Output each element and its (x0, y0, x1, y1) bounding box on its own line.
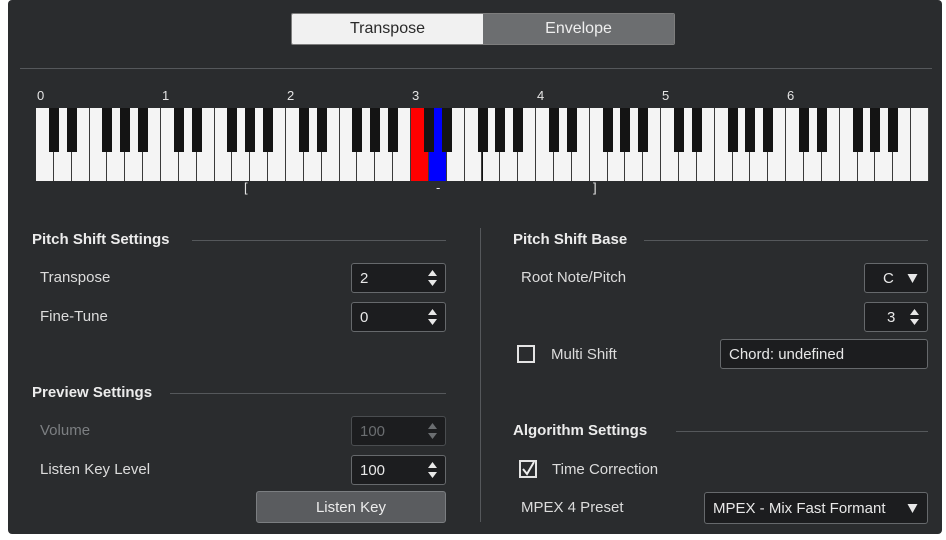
transpose-label: Transpose (40, 269, 111, 286)
fine-tune-label: Fine-Tune (40, 308, 108, 325)
chevron-down-icon (907, 274, 918, 283)
black-key-d-sharp4[interactable] (566, 108, 577, 152)
black-key-c-sharp6[interactable] (798, 108, 809, 152)
octave-value: 3 (887, 308, 896, 326)
section-divider (644, 240, 928, 241)
transpose-stepper[interactable]: 2 (351, 263, 446, 293)
black-key-a-sharp5[interactable] (763, 108, 774, 152)
pitch-shift-settings-title: Pitch Shift Settings (32, 231, 170, 248)
black-key-f-sharp5[interactable] (727, 108, 738, 152)
octave-stepper[interactable]: 3 (864, 302, 928, 332)
root-note-dropdown[interactable]: C (864, 263, 928, 293)
listen-key-button[interactable]: Listen Key (256, 491, 446, 523)
section-divider (676, 431, 928, 432)
white-key-c7[interactable] (911, 108, 929, 181)
black-key-c-sharp5[interactable] (673, 108, 684, 152)
black-key-c-sharp0[interactable] (48, 108, 59, 152)
transpose-value: 2 (360, 269, 369, 287)
stepper-arrows-icon[interactable] (427, 268, 438, 288)
volume-stepper: 100 (351, 416, 446, 446)
black-key-c-sharp4[interactable] (548, 108, 559, 152)
fine-tune-stepper[interactable]: 0 (351, 302, 446, 332)
multi-shift-checkbox[interactable] (517, 345, 535, 363)
piano-keyboard[interactable] (36, 108, 929, 181)
black-key-a-sharp3[interactable] (513, 108, 524, 152)
chord-field[interactable]: Chord: undefined (720, 339, 928, 369)
black-key-d-sharp6[interactable] (816, 108, 827, 152)
black-key-g-sharp3[interactable] (495, 108, 506, 152)
black-key-a-sharp4[interactable] (638, 108, 649, 152)
stepper-arrows-icon[interactable] (427, 460, 438, 480)
black-key-g-sharp6[interactable] (870, 108, 881, 152)
tab-envelope[interactable]: Envelope (483, 14, 674, 44)
black-key-f-sharp3[interactable] (477, 108, 488, 152)
octave-label-1: 1 (162, 88, 170, 103)
root-note-pitch-label: Root Note/Pitch (521, 269, 627, 286)
checkmark-icon (522, 462, 535, 476)
preview-settings-title: Preview Settings (32, 384, 153, 401)
time-correction-checkbox[interactable] (519, 460, 537, 478)
range-start-marker: [ (244, 180, 248, 195)
black-key-g-sharp5[interactable] (745, 108, 756, 152)
black-key-c-sharp3[interactable] (423, 108, 434, 152)
stepper-arrows-icon[interactable] (427, 307, 438, 327)
black-key-d-sharp0[interactable] (66, 108, 77, 152)
mpex-preset-value: MPEX - Mix Fast Formant (713, 499, 886, 517)
volume-value: 100 (360, 422, 386, 440)
tab-bar: Transpose Envelope (291, 13, 675, 45)
black-key-a-sharp0[interactable] (138, 108, 149, 152)
black-key-d-sharp5[interactable] (691, 108, 702, 152)
time-correction-label: Time Correction (552, 461, 659, 478)
section-divider (170, 393, 446, 394)
black-key-d-sharp2[interactable] (316, 108, 327, 152)
stepper-arrows-icon[interactable] (909, 307, 920, 327)
mpex-preset-label: MPEX 4 Preset (521, 499, 624, 516)
octave-label-4: 4 (537, 88, 545, 103)
black-key-a-sharp1[interactable] (263, 108, 274, 152)
black-key-g-sharp0[interactable] (120, 108, 131, 152)
chevron-down-icon (907, 504, 918, 513)
root-marker: - (436, 180, 441, 195)
section-divider (192, 240, 446, 241)
octave-label-6: 6 (787, 88, 795, 103)
black-key-f-sharp1[interactable] (227, 108, 238, 152)
black-key-g-sharp2[interactable] (370, 108, 381, 152)
listen-key-level-value: 100 (360, 461, 386, 479)
black-key-f-sharp6[interactable] (852, 108, 863, 152)
mpex-preset-dropdown[interactable]: MPEX - Mix Fast Formant (704, 492, 928, 524)
multi-shift-label: Multi Shift (551, 346, 617, 363)
listen-key-level-label: Listen Key Level (40, 461, 151, 478)
black-key-a-sharp6[interactable] (888, 108, 899, 152)
fine-tune-value: 0 (360, 308, 369, 326)
chord-value: Chord: undefined (729, 345, 845, 363)
black-key-d-sharp3[interactable] (441, 108, 452, 152)
black-key-f-sharp4[interactable] (602, 108, 613, 152)
black-key-c-sharp1[interactable] (173, 108, 184, 152)
octave-label-3: 3 (412, 88, 420, 103)
root-note-value: C (883, 269, 894, 287)
black-key-c-sharp2[interactable] (298, 108, 309, 152)
black-key-f-sharp0[interactable] (102, 108, 113, 152)
octave-label-2: 2 (287, 88, 295, 103)
black-key-d-sharp1[interactable] (191, 108, 202, 152)
octave-label-5: 5 (662, 88, 670, 103)
stepper-arrows-icon (428, 423, 437, 439)
column-divider (480, 228, 481, 522)
black-key-g-sharp1[interactable] (245, 108, 256, 152)
volume-label: Volume (40, 422, 91, 439)
octave-label-0: 0 (37, 88, 45, 103)
tab-transpose[interactable]: Transpose (292, 14, 483, 44)
black-key-a-sharp2[interactable] (388, 108, 399, 152)
range-end-marker: ] (593, 180, 597, 195)
black-key-f-sharp2[interactable] (352, 108, 363, 152)
listen-key-level-stepper[interactable]: 100 (351, 455, 446, 485)
divider (20, 68, 932, 69)
transpose-panel: Transpose Envelope 0 1 2 3 4 5 6 [ - ] P… (8, 0, 942, 534)
algorithm-settings-title: Algorithm Settings (513, 422, 648, 439)
pitch-shift-base-title: Pitch Shift Base (513, 231, 628, 248)
black-key-g-sharp4[interactable] (620, 108, 631, 152)
